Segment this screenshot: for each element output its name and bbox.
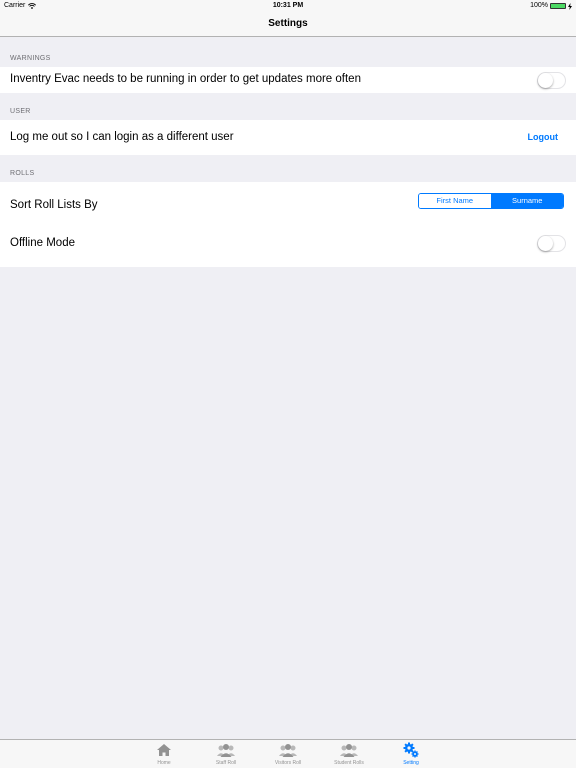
logout-button[interactable]: Logout: [528, 132, 559, 142]
people-icon: [217, 744, 235, 757]
battery-percent: 100%: [530, 2, 548, 9]
page-title: Settings: [268, 18, 308, 29]
section-header-warnings: WARNINGS: [10, 55, 51, 62]
status-right: 100%: [530, 0, 572, 12]
tab-staff-roll[interactable]: Staff Roll: [198, 742, 254, 766]
tab-home[interactable]: Home: [136, 742, 192, 766]
sort-option-surname[interactable]: Surname: [490, 194, 563, 208]
user-logout-cell: Log me out so I can login as a different…: [0, 120, 576, 155]
tab-visitors-roll[interactable]: Visitors Roll: [260, 742, 316, 766]
status-time: 10:31 PM: [272, 2, 304, 9]
battery-fill: [551, 4, 565, 8]
tab-label: Setting: [403, 760, 419, 766]
people-icon: [279, 744, 297, 757]
sort-segmented-control[interactable]: First Name Surname: [418, 193, 564, 209]
section-header-rolls: ROLLS: [10, 170, 35, 177]
house-icon: [157, 744, 171, 756]
offline-toggle[interactable]: [537, 235, 566, 252]
tab-label: Visitors Roll: [274, 760, 302, 766]
tab-student-rolls[interactable]: Student Rolls: [321, 742, 377, 766]
status-bar: Carrier 10:31 PM 100%: [0, 0, 576, 12]
tab-label: Student Rolls: [334, 760, 364, 766]
logout-description: Log me out so I can login as a different…: [10, 131, 234, 143]
toggle-knob: [538, 73, 553, 88]
gears-icon: [403, 742, 419, 758]
rolls-group: Sort Roll Lists By First Name Surname Of…: [0, 182, 576, 267]
updates-label: Inventry Evac needs to be running in ord…: [10, 73, 361, 85]
navigation-bar: Settings: [0, 12, 576, 37]
warnings-updates-cell: Inventry Evac needs to be running in ord…: [0, 67, 576, 93]
tab-label: Home: [157, 760, 171, 766]
toggle-knob: [538, 236, 553, 251]
updates-toggle[interactable]: [537, 72, 566, 89]
sort-label: Sort Roll Lists By: [10, 199, 98, 211]
tab-bar: Home Staff Roll Visitors Roll Student Ro…: [0, 739, 576, 768]
people-icon: [340, 744, 358, 757]
battery-icon: [550, 3, 566, 9]
tab-setting[interactable]: Setting: [383, 742, 439, 766]
section-header-user: USER: [10, 108, 31, 115]
sort-option-first-name[interactable]: First Name: [419, 194, 491, 208]
offline-label: Offline Mode: [10, 237, 75, 249]
charging-icon: [568, 2, 572, 10]
tab-label: Staff Roll: [215, 760, 237, 766]
